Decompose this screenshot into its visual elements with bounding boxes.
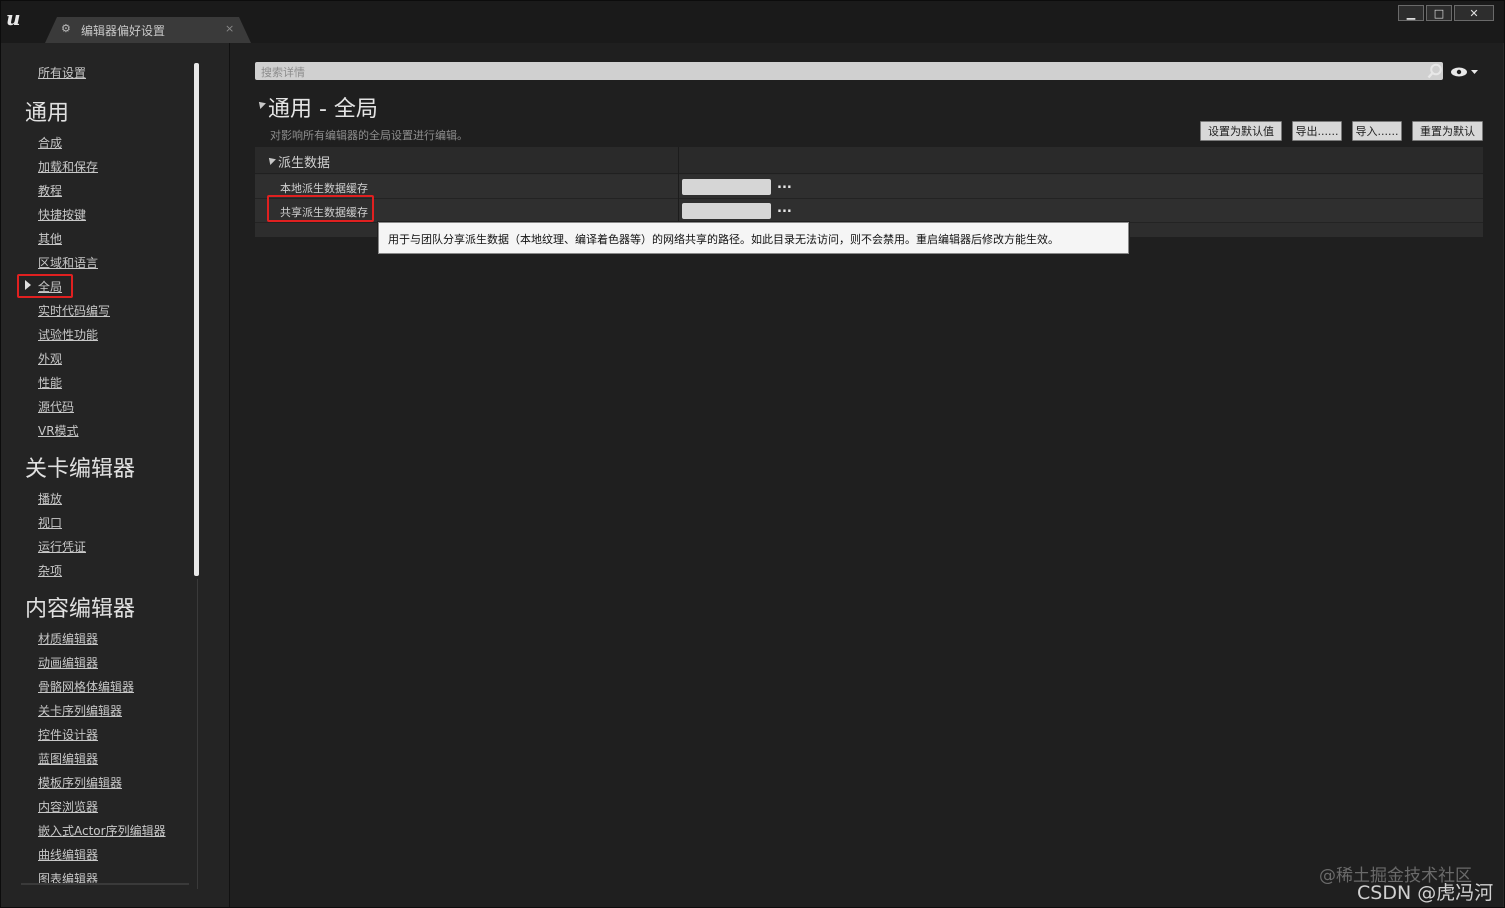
category-collapse-icon[interactable] [266, 155, 276, 165]
nav-item[interactable]: 蓝图编辑器 [38, 750, 98, 767]
nav-item[interactable]: 控件设计器 [38, 726, 98, 743]
nav-item[interactable]: 材质编辑器 [38, 630, 98, 647]
local-ddc-path-input[interactable] [682, 179, 771, 195]
nav-item[interactable]: 源代码 [38, 398, 74, 415]
nav-item[interactable]: 曲线编辑器 [38, 846, 98, 863]
search-placeholder: 搜索详情 [261, 66, 305, 79]
search-icon[interactable] [1427, 63, 1443, 79]
browse-button[interactable]: ... [777, 177, 792, 192]
nav-item[interactable]: 合成 [38, 134, 62, 151]
shared-ddc-path-input[interactable] [682, 203, 771, 219]
column-divider[interactable] [678, 147, 679, 227]
nav-section-header: 内容编辑器 [25, 597, 136, 622]
editor-preferences-window: u ⚙ 编辑器偏好设置 × ▁ □ ✕ 所有设置 通用 合成 加载和保存 教程 … [0, 0, 1505, 908]
property-label: 本地派生数据缓存 [280, 182, 368, 195]
tab-editor-preferences[interactable]: ⚙ 编辑器偏好设置 × [45, 17, 251, 43]
tab-label: 编辑器偏好设置 [81, 24, 166, 38]
category-label: 派生数据 [278, 156, 331, 171]
property-row: 本地派生数据缓存 ... [255, 175, 1483, 199]
watermark: CSDN @虎冯河 [1357, 882, 1494, 904]
category-row[interactable]: 派生数据 [255, 147, 1483, 174]
selected-arrow-icon [25, 280, 31, 290]
tooltip-text: 用于与团队分享派生数据（本地纹理、编译着色器等）的网络共享的路径。如此目录无法访… [388, 233, 1059, 246]
settings-icon: ⚙ [61, 22, 71, 35]
export-button[interactable]: 导出...... [1292, 121, 1342, 141]
page-description: 对影响所有编辑器的全局设置进行编辑。 [270, 129, 468, 142]
highlight-box [267, 195, 374, 222]
import-button[interactable]: 导入...... [1352, 121, 1402, 141]
nav-item[interactable]: 动画编辑器 [38, 654, 98, 671]
page-title: 通用 - 全局 [268, 97, 378, 122]
set-as-default-button[interactable]: 设置为默认值 [1200, 121, 1282, 141]
title-bar: u ⚙ 编辑器偏好设置 × ▁ □ ✕ [1, 1, 1504, 43]
panel-edge [1503, 43, 1504, 907]
nav-item[interactable]: 加载和保存 [38, 158, 98, 175]
nav-all-settings[interactable]: 所有设置 [38, 64, 86, 81]
nav-item[interactable]: 视口 [38, 514, 62, 531]
nav-item[interactable]: 运行凭证 [38, 538, 86, 555]
settings-nav: 所有设置 通用 合成 加载和保存 教程 快捷按键 其他 区域和语言 全局 实时代… [1, 43, 230, 907]
details-panel: 搜索详情 通用 - 全局 对影响所有编辑器的全局设置进行编辑。 设置为默认值 导… [230, 43, 1504, 907]
nav-item[interactable]: 试验性功能 [38, 326, 98, 343]
nav-item[interactable]: 内容浏览器 [38, 798, 98, 815]
nav-item[interactable]: 其他 [38, 230, 62, 247]
reset-to-default-button[interactable]: 重置为默认 [1412, 121, 1483, 141]
search-input[interactable]: 搜索详情 [255, 62, 1443, 80]
nav-item[interactable]: 杂项 [38, 562, 62, 579]
maximize-button[interactable]: □ [1426, 5, 1452, 21]
close-button[interactable]: ✕ [1454, 5, 1494, 21]
nav-horizontal-scrollbar[interactable] [21, 883, 189, 885]
nav-item-selected[interactable]: 全局 [38, 278, 62, 295]
property-row: 共享派生数据缓存 ... [255, 199, 1483, 223]
tab-close-icon[interactable]: × [225, 22, 234, 35]
nav-item[interactable]: 教程 [38, 182, 62, 199]
nav-item[interactable]: 播放 [38, 490, 62, 507]
nav-item[interactable]: 关卡序列编辑器 [38, 702, 122, 719]
collapse-arrow-icon[interactable] [256, 99, 266, 109]
nav-section-header: 通用 [25, 101, 70, 126]
eye-visibility-icon[interactable] [1450, 65, 1480, 79]
nav-item[interactable]: 区域和语言 [38, 254, 98, 271]
nav-item[interactable]: 外观 [38, 350, 62, 367]
unreal-logo-icon: u [6, 6, 21, 30]
nav-item[interactable]: 快捷按键 [38, 206, 86, 223]
nav-item[interactable]: 骨骼网格体编辑器 [38, 678, 134, 695]
nav-item[interactable]: 模板序列编辑器 [38, 774, 122, 791]
browse-button[interactable]: ... [777, 201, 792, 216]
tooltip: 用于与团队分享派生数据（本地纹理、编译着色器等）的网络共享的路径。如此目录无法访… [377, 221, 1130, 255]
nav-scroll-track [197, 579, 198, 889]
nav-item[interactable]: 性能 [38, 374, 62, 391]
nav-item[interactable]: VR模式 [38, 422, 79, 439]
nav-item[interactable]: 实时代码编写 [38, 302, 110, 319]
nav-item[interactable]: 嵌入式Actor序列编辑器 [38, 822, 166, 839]
nav-section-header: 关卡编辑器 [25, 457, 136, 482]
minimize-button[interactable]: ▁ [1398, 5, 1424, 21]
nav-scrollbar[interactable] [194, 63, 199, 576]
